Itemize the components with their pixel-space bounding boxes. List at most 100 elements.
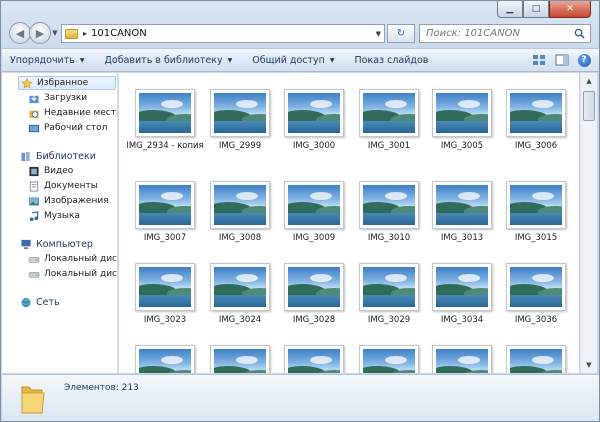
organize-button[interactable]: Упорядочить ▼ — [10, 55, 84, 66]
file-item[interactable]: IMG_3009 — [284, 181, 344, 244]
file-item[interactable] — [432, 345, 492, 373]
image-thumbnail[interactable] — [506, 181, 566, 229]
sidebar-network[interactable]: Сеть — [20, 295, 60, 309]
sidebar-item-recent-places[interactable]: Недавние места — [28, 106, 117, 120]
file-item[interactable]: IMG_3015 — [506, 181, 566, 244]
view-options-button[interactable] — [531, 52, 549, 68]
minimize-button[interactable]: ▁ — [497, 1, 523, 18]
file-name[interactable]: IMG_3013 — [422, 233, 502, 244]
image-thumbnail[interactable] — [210, 345, 270, 373]
address-path[interactable]: 101CANON — [91, 28, 147, 39]
search-icon[interactable] — [574, 28, 585, 39]
chevron-right-icon[interactable]: ▸ — [83, 29, 87, 38]
refresh-button[interactable]: ↻ — [387, 24, 415, 43]
sidebar-libraries[interactable]: Библиотеки — [20, 149, 96, 163]
file-item[interactable]: IMG_3013 — [432, 181, 492, 244]
image-thumbnail[interactable] — [284, 89, 344, 137]
image-thumbnail[interactable] — [284, 263, 344, 311]
file-name[interactable]: IMG_2934 - копия — [125, 141, 205, 152]
file-item[interactable]: IMG_3000 — [284, 89, 344, 152]
file-name[interactable]: IMG_3029 — [349, 315, 429, 326]
file-item[interactable]: IMG_3024 — [210, 263, 270, 326]
image-thumbnail[interactable] — [359, 345, 419, 373]
image-thumbnail[interactable] — [359, 89, 419, 137]
image-thumbnail[interactable] — [432, 263, 492, 311]
file-name[interactable]: IMG_3023 — [125, 315, 205, 326]
forward-button[interactable]: ▶ — [29, 22, 51, 44]
share-button[interactable]: Общий доступ ▼ — [252, 55, 334, 66]
file-item[interactable] — [506, 345, 566, 373]
scrollbar-thumb[interactable] — [583, 91, 595, 121]
file-name[interactable]: IMG_3015 — [496, 233, 576, 244]
file-name[interactable]: IMG_3034 — [422, 315, 502, 326]
file-item[interactable] — [210, 345, 270, 373]
file-name[interactable]: IMG_3028 — [274, 315, 354, 326]
file-item[interactable]: IMG_3001 — [359, 89, 419, 152]
recent-pages-button[interactable]: ▼ — [49, 22, 61, 44]
image-thumbnail[interactable] — [506, 89, 566, 137]
file-name[interactable]: IMG_3007 — [125, 233, 205, 244]
image-thumbnail[interactable] — [432, 89, 492, 137]
image-thumbnail[interactable] — [284, 181, 344, 229]
sidebar-item-drive-e[interactable]: Локальный диск (E: — [28, 267, 117, 281]
sidebar-favorites[interactable]: Избранное — [18, 76, 116, 90]
file-item[interactable]: IMG_3034 — [432, 263, 492, 326]
close-button[interactable]: ✕ — [549, 1, 591, 18]
image-thumbnail[interactable] — [359, 263, 419, 311]
image-thumbnail[interactable] — [135, 89, 195, 137]
sidebar-item-drive-c[interactable]: Локальный диск (C — [28, 252, 117, 266]
image-thumbnail[interactable] — [210, 181, 270, 229]
image-thumbnail[interactable] — [135, 263, 195, 311]
file-item[interactable]: IMG_3008 — [210, 181, 270, 244]
image-thumbnail[interactable] — [432, 345, 492, 373]
address-bar[interactable]: ▸ 101CANON ▼ — [61, 24, 385, 43]
image-thumbnail[interactable] — [210, 89, 270, 137]
file-item[interactable]: IMG_3036 — [506, 263, 566, 326]
image-thumbnail[interactable] — [359, 181, 419, 229]
file-item[interactable]: IMG_3010 — [359, 181, 419, 244]
scroll-down-icon[interactable]: ▼ — [581, 357, 597, 373]
image-thumbnail[interactable] — [135, 345, 195, 373]
file-name[interactable]: IMG_3010 — [349, 233, 429, 244]
file-item[interactable] — [359, 345, 419, 373]
search-input[interactable] — [426, 28, 566, 39]
scroll-up-icon[interactable]: ▲ — [581, 73, 597, 89]
add-to-library-button[interactable]: Добавить в библиотеку ▼ — [104, 55, 232, 66]
file-name[interactable]: IMG_3005 — [422, 141, 502, 152]
sidebar-item-documents[interactable]: Документы — [28, 179, 98, 193]
image-thumbnail[interactable] — [506, 345, 566, 373]
sidebar-item-video[interactable]: Видео — [28, 164, 73, 178]
file-item[interactable]: IMG_3007 — [135, 181, 195, 244]
chevron-down-icon[interactable]: ▼ — [376, 30, 381, 38]
file-item[interactable]: IMG_3029 — [359, 263, 419, 326]
file-item[interactable]: IMG_2999 — [210, 89, 270, 152]
image-thumbnail[interactable] — [506, 263, 566, 311]
sidebar-computer[interactable]: Компьютер — [20, 237, 93, 251]
file-name[interactable]: IMG_3001 — [349, 141, 429, 152]
file-name[interactable]: IMG_3024 — [200, 315, 280, 326]
help-button[interactable]: ? — [575, 52, 593, 68]
image-thumbnail[interactable] — [284, 345, 344, 373]
file-name[interactable]: IMG_3009 — [274, 233, 354, 244]
file-name[interactable]: IMG_3036 — [496, 315, 576, 326]
file-item[interactable] — [284, 345, 344, 373]
file-name[interactable]: IMG_3000 — [274, 141, 354, 152]
image-thumbnail[interactable] — [210, 263, 270, 311]
file-item[interactable]: IMG_3005 — [432, 89, 492, 152]
sidebar-item-desktop[interactable]: Рабочий стол — [28, 121, 107, 135]
image-thumbnail[interactable] — [135, 181, 195, 229]
file-item[interactable]: IMG_2934 - копия — [126, 89, 204, 152]
back-button[interactable]: ◀ — [9, 22, 31, 44]
sidebar-item-downloads[interactable]: Загрузки — [28, 91, 87, 105]
file-item[interactable]: IMG_3028 — [284, 263, 344, 326]
sidebar-item-music[interactable]: Музыка — [28, 209, 80, 223]
slideshow-button[interactable]: Показ слайдов — [355, 55, 429, 66]
file-item[interactable] — [135, 345, 195, 373]
file-name[interactable]: IMG_3006 — [496, 141, 576, 152]
search-box[interactable] — [419, 24, 591, 43]
file-name[interactable]: IMG_3008 — [200, 233, 280, 244]
file-name[interactable]: IMG_2999 — [200, 141, 280, 152]
sidebar-item-images[interactable]: Изображения — [28, 194, 109, 208]
preview-pane-button[interactable] — [553, 52, 571, 68]
maximize-button[interactable]: □ — [523, 1, 549, 18]
